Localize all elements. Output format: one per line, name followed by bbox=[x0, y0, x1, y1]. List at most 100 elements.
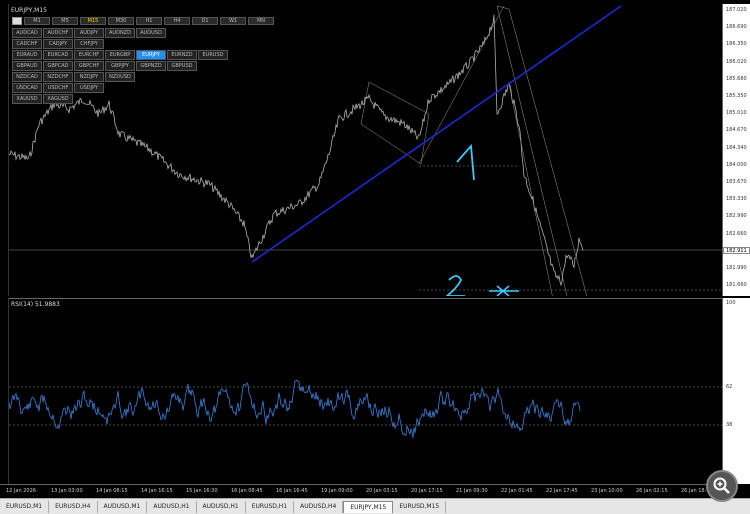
chart-tab[interactable]: EURUSD,M1 bbox=[0, 500, 50, 513]
pair-gbpaud-button[interactable]: GBPAUD bbox=[12, 61, 42, 71]
price-tick-label: 186.690 bbox=[726, 24, 747, 31]
trendline bbox=[251, 5, 622, 263]
rsi-tick-label: 100 bbox=[726, 300, 736, 306]
price-tick-label: 181.990 bbox=[726, 265, 747, 271]
pair-nzdcad-button[interactable]: NZDCAD bbox=[12, 72, 42, 82]
chart-tab[interactable]: EURUSD,M15 bbox=[393, 500, 447, 513]
pair-row: NZDCAD NZDCHF NZDJPY NZDUSD bbox=[12, 72, 228, 82]
pair-eurnzd-button[interactable]: EURNZD bbox=[167, 50, 197, 60]
chart-tab[interactable]: EURUSD,H4 bbox=[49, 500, 98, 513]
chart-tab[interactable]: AUDUSD,H4 bbox=[294, 500, 344, 513]
price-tick-label: 186.020 bbox=[726, 58, 747, 65]
pair-xagusd-button[interactable]: XAGUSD bbox=[43, 94, 73, 104]
price-tick-label: 182.660 bbox=[726, 230, 747, 237]
pair-eurjpy-button[interactable]: EURJPY bbox=[136, 50, 166, 60]
pair-usdcad-button[interactable]: USDCAD bbox=[12, 83, 42, 93]
time-tick-label: 23 Jan 10:00 bbox=[591, 488, 623, 494]
pair-xauusd-button[interactable]: XAUUSD bbox=[12, 94, 42, 104]
panel-toggle-button[interactable] bbox=[12, 17, 22, 25]
pair-chfjpy-button[interactable]: CHFJPY bbox=[74, 39, 104, 49]
channel-drawing bbox=[496, 5, 590, 305]
price-tick-label: 187.020 bbox=[726, 7, 747, 13]
time-tick-label: 16 Jan 16:45 bbox=[276, 488, 308, 494]
channel-drawing bbox=[418, 5, 505, 165]
pair-cadjpy-button[interactable]: CADJPY bbox=[43, 39, 73, 49]
rsi-axis: 10062380 bbox=[723, 298, 750, 484]
zoom-icon[interactable] bbox=[706, 470, 738, 502]
pair-gbpchf-button[interactable]: GBPCHF bbox=[74, 61, 104, 71]
timeframe-mn-button[interactable]: MN bbox=[248, 17, 274, 25]
pair-cadchf-button[interactable]: CADCHF bbox=[12, 39, 42, 49]
price-tick-label: 185.350 bbox=[726, 93, 747, 99]
main-chart[interactable]: EURJPY,M15 M1 M5 M15 M30 H1 H4 D1 W1 MN AUDCAD AU… bbox=[8, 4, 724, 305]
price-axis: 187.020 186.690 186.350 186.020 185.680 185.3… bbox=[723, 4, 750, 296]
timeframe-bar: M1 M5 M15 M30 H1 H4 D1 W1 MN bbox=[12, 17, 274, 25]
chart-tab[interactable]: AUDUSD,H1 bbox=[147, 500, 197, 513]
pair-eurgbp-button[interactable]: EURGBP bbox=[105, 50, 135, 60]
pair-nzdusd-button[interactable]: NZDUSD bbox=[105, 72, 135, 82]
price-tick-label: 183.330 bbox=[726, 196, 747, 203]
price-tick-label: 184.340 bbox=[726, 144, 747, 151]
pair-eurcad-button[interactable]: EURCAD bbox=[43, 50, 73, 60]
time-axis: 12 Jan 2026 13 Jan 03:00 14 Jan 08:15 14 Ja… bbox=[0, 484, 723, 498]
pair-gbpnzd-button[interactable]: GBPNZD bbox=[136, 61, 166, 71]
price-tick-label: 181.660 bbox=[726, 282, 747, 289]
pair-eurchf-button[interactable]: EURCHF bbox=[74, 50, 104, 60]
rsi-title: RSI(14) 51.9883 bbox=[11, 301, 60, 308]
chart-tab[interactable]: EURUSD,H1 bbox=[246, 500, 295, 513]
timeframe-m5-button[interactable]: M5 bbox=[52, 17, 78, 25]
timeframe-m30-button[interactable]: M30 bbox=[108, 17, 134, 25]
pair-gbpusd-button[interactable]: GBPUSD bbox=[167, 61, 197, 71]
pair-gbpjpy-button[interactable]: GBPJPY bbox=[105, 61, 135, 71]
timeframe-m1-button[interactable]: M1 bbox=[24, 17, 50, 25]
rsi-tick-label: 38 bbox=[726, 422, 733, 428]
chart-tab[interactable]: AUDUSD,M1 bbox=[98, 500, 148, 513]
timeframe-m15-button[interactable]: M15 bbox=[80, 17, 106, 25]
time-tick-label: 20 Jan 17:15 bbox=[411, 488, 443, 494]
pair-row: EURAUD EURCAD EURCHF EURGBP EURJPY EURNZD EURU… bbox=[12, 50, 228, 60]
pair-audcad-button[interactable]: AUDCAD bbox=[12, 28, 42, 38]
chart-title: EURJPY,M15 bbox=[11, 7, 47, 14]
annotation-x bbox=[489, 285, 519, 297]
annotation-2 bbox=[444, 275, 465, 297]
current-price-label: 182.911 bbox=[723, 247, 750, 254]
price-tick-label: 184.000 bbox=[726, 161, 747, 168]
pair-usdjpy-button[interactable]: USDJPY bbox=[74, 83, 104, 93]
rsi-chart-svg bbox=[8, 379, 724, 438]
chart-tab[interactable]: AUDUSD,H1 bbox=[197, 500, 246, 513]
rsi-chart[interactable]: RSI(14) 51.9883 bbox=[8, 298, 724, 484]
time-tick-label: 16 Jan 08:45 bbox=[231, 488, 263, 494]
price-tick-label: 184.670 bbox=[726, 127, 747, 134]
pair-row: USDCAD USDCHF USDJPY bbox=[12, 83, 228, 93]
timeframe-h1-button[interactable]: H1 bbox=[136, 17, 162, 25]
price-tick-label: 182.990 bbox=[726, 213, 747, 220]
pair-audjpy-button[interactable]: AUDJPY bbox=[74, 28, 104, 38]
price-tick-label: 183.670 bbox=[726, 179, 747, 185]
time-tick-label: 13 Jan 03:00 bbox=[51, 488, 83, 494]
price-tick-label: 186.350 bbox=[726, 41, 747, 48]
pair-euraud-button[interactable]: EURAUD bbox=[12, 50, 42, 60]
annotation-1 bbox=[456, 143, 475, 181]
pair-row: AUDCAD AUDCHF AUDJPY AUDNZD AUDUSD bbox=[12, 28, 228, 38]
timeframe-w1-button[interactable]: W1 bbox=[220, 17, 246, 25]
pair-nzdchf-button[interactable]: NZDCHF bbox=[43, 72, 73, 82]
pair-row: XAUUSD XAGUSD bbox=[12, 94, 228, 104]
time-tick-label: 12 Jan 2026 bbox=[6, 488, 36, 494]
chart-tabs: EURUSD,M1 EURUSD,H4 AUDUSD,M1 AUDUSD,H1 AUDU… bbox=[0, 498, 750, 514]
time-tick-label: 22 Jan 17:45 bbox=[546, 488, 578, 494]
pair-eurusd-button[interactable]: EURUSD bbox=[198, 50, 228, 60]
pair-audnzd-button[interactable]: AUDNZD bbox=[105, 28, 135, 38]
pair-usdchf-button[interactable]: USDCHF bbox=[43, 83, 73, 93]
chart-tab[interactable]: EURJPY,M15 bbox=[343, 500, 394, 513]
time-tick-label: 14 Jan 08:15 bbox=[96, 488, 128, 494]
pair-audusd-button[interactable]: AUDUSD bbox=[136, 28, 166, 38]
time-tick-label: 21 Jan 09:30 bbox=[456, 488, 488, 494]
timeframe-d1-button[interactable]: D1 bbox=[192, 17, 218, 25]
timeframe-h4-button[interactable]: H4 bbox=[164, 17, 190, 25]
pair-audchf-button[interactable]: AUDCHF bbox=[43, 28, 73, 38]
time-tick-label: 22 Jan 01:45 bbox=[501, 488, 533, 494]
time-tick-label: 15 Jan 16:30 bbox=[186, 488, 218, 494]
pair-nzdjpy-button[interactable]: NZDJPY bbox=[74, 72, 104, 82]
pair-gbpcad-button[interactable]: GBPCAD bbox=[43, 61, 73, 71]
channel-drawing bbox=[508, 83, 555, 305]
